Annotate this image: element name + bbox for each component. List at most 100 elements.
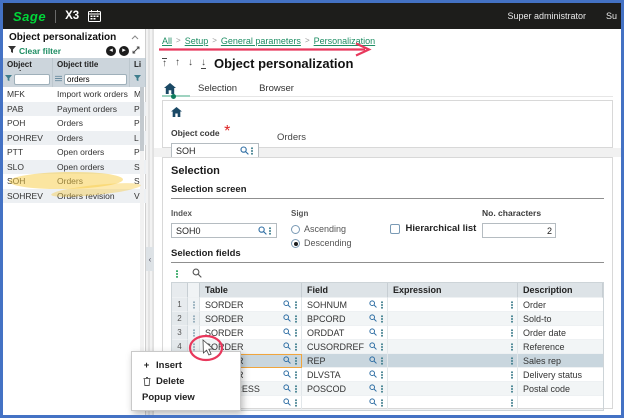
row-handle[interactable] xyxy=(188,312,200,326)
lookup-icon[interactable] xyxy=(369,300,377,310)
breadcrumb-personalization[interactable]: Personalization xyxy=(314,36,376,46)
expression-cell[interactable] xyxy=(388,340,518,354)
field-row-3[interactable]: 3 SORDER ORDDAT Order date xyxy=(172,326,603,340)
object-row-pohrev[interactable]: POHREV Orders L xyxy=(3,131,145,146)
list-icon[interactable] xyxy=(55,74,62,84)
lookup-icon[interactable] xyxy=(369,356,377,366)
lookup-icon[interactable] xyxy=(369,314,377,324)
object-row-slo[interactable]: SLO Open orders S xyxy=(3,160,145,175)
descending-radio[interactable] xyxy=(291,239,300,248)
lookup-icon[interactable] xyxy=(283,328,291,338)
lookup-icon[interactable] xyxy=(283,370,291,380)
actions-icon[interactable] xyxy=(511,346,513,348)
actions-icon[interactable] xyxy=(381,304,383,306)
actions-icon[interactable] xyxy=(511,374,513,376)
object-code-input[interactable] xyxy=(176,146,240,156)
actions-icon[interactable] xyxy=(295,374,297,376)
collapse-panel-button[interactable]: ‹ xyxy=(146,247,154,271)
next-record-icon[interactable]: ↓ xyxy=(188,58,193,68)
expression-cell[interactable] xyxy=(388,382,518,396)
menu-item-delete[interactable]: Delete xyxy=(132,373,240,389)
actions-icon[interactable] xyxy=(295,388,297,390)
tab-browser[interactable]: Browser xyxy=(259,83,294,94)
object-row-sohrev[interactable]: SOHREV Orders revision V xyxy=(3,189,145,204)
lookup-icon[interactable] xyxy=(369,398,377,408)
actions-icon[interactable] xyxy=(295,360,297,362)
calendar-icon[interactable] xyxy=(88,10,101,22)
actions-icon[interactable] xyxy=(295,304,297,306)
chevron-up-icon[interactable] xyxy=(131,32,139,42)
object-row-pab[interactable]: PAB Payment orders P xyxy=(3,102,145,117)
row-handle[interactable] xyxy=(188,298,200,312)
col-description[interactable]: Description xyxy=(518,283,603,298)
search-icon[interactable] xyxy=(192,265,202,283)
lookup-icon[interactable] xyxy=(283,314,291,324)
filter-icon[interactable] xyxy=(134,74,141,84)
col-field[interactable]: Field xyxy=(302,283,388,298)
object-row-soh[interactable]: SOH Orders S xyxy=(3,174,145,189)
actions-icon[interactable] xyxy=(511,304,513,306)
breadcrumb-all[interactable]: All xyxy=(162,36,172,46)
expression-cell[interactable] xyxy=(388,298,518,312)
menu-item-popup-view[interactable]: Popup view xyxy=(132,389,240,405)
object-row-ptt[interactable]: PTT Open orders P xyxy=(3,145,145,160)
previous-record-icon[interactable]: ↑ xyxy=(175,58,180,68)
object-row-poh[interactable]: POH Orders P xyxy=(3,116,145,131)
expression-cell[interactable] xyxy=(388,396,518,410)
expression-cell[interactable] xyxy=(388,326,518,340)
actions-icon[interactable] xyxy=(511,360,513,362)
lookup-icon[interactable] xyxy=(283,384,291,394)
actions-icon[interactable] xyxy=(381,332,383,334)
clear-filter-button[interactable]: Clear filter xyxy=(19,46,61,56)
actions-icon[interactable] xyxy=(381,388,383,390)
object-code-field[interactable] xyxy=(171,143,259,158)
actions-icon[interactable] xyxy=(511,332,513,334)
expression-cell[interactable] xyxy=(388,312,518,326)
field-row-1[interactable]: 1 SORDER SOHNUM Order xyxy=(172,298,603,312)
actions-icon[interactable] xyxy=(381,360,383,362)
code-filter-input[interactable] xyxy=(14,74,50,85)
col-table[interactable]: Table xyxy=(200,283,302,298)
expand-panel-icon[interactable] xyxy=(132,46,140,56)
menu-item-insert[interactable]: + Insert xyxy=(132,357,240,373)
topbar-partial-label[interactable]: Su xyxy=(606,11,621,21)
col-object-code[interactable]: Object code xyxy=(3,58,53,71)
breadcrumb-general-parameters[interactable]: General parameters xyxy=(221,36,301,46)
index-input[interactable] xyxy=(176,226,258,236)
no-characters-input[interactable] xyxy=(487,226,552,236)
actions-icon[interactable] xyxy=(251,150,253,152)
expression-cell[interactable] xyxy=(388,354,518,368)
breadcrumb-setup[interactable]: Setup xyxy=(185,36,209,46)
actions-icon[interactable] xyxy=(511,388,513,390)
table-menu-icon[interactable] xyxy=(176,273,178,275)
last-record-icon[interactable]: ↓ xyxy=(201,58,206,69)
user-name[interactable]: Super administrator xyxy=(507,11,586,21)
field-row-2[interactable]: 2 SORDER BPCORD Sold-to xyxy=(172,312,603,326)
lookup-icon[interactable] xyxy=(369,370,377,380)
col-expression[interactable]: Expression xyxy=(388,283,518,298)
actions-icon[interactable] xyxy=(295,402,297,404)
actions-icon[interactable] xyxy=(511,318,513,320)
no-characters-field[interactable] xyxy=(482,223,556,238)
prev-record-button[interactable]: ◂ xyxy=(106,46,116,56)
lookup-icon[interactable] xyxy=(283,300,291,310)
actions-icon[interactable] xyxy=(269,230,271,232)
index-field[interactable] xyxy=(171,223,277,238)
actions-icon[interactable] xyxy=(381,346,383,348)
lookup-icon[interactable] xyxy=(369,342,377,352)
ascending-radio[interactable] xyxy=(291,225,300,234)
actions-icon[interactable] xyxy=(295,346,297,348)
lookup-icon[interactable] xyxy=(283,356,291,366)
actions-icon[interactable] xyxy=(295,318,297,320)
actions-icon[interactable] xyxy=(295,332,297,334)
expression-cell[interactable] xyxy=(388,368,518,382)
tab-selection[interactable]: Selection xyxy=(198,83,237,94)
home-tab-icon[interactable] xyxy=(164,83,176,94)
first-record-icon[interactable]: ↑ xyxy=(162,58,167,69)
lookup-icon[interactable] xyxy=(369,328,377,338)
actions-icon[interactable] xyxy=(511,402,513,404)
actions-icon[interactable] xyxy=(381,374,383,376)
hierarchical-list-checkbox[interactable] xyxy=(390,224,400,234)
actions-icon[interactable] xyxy=(381,402,383,404)
lookup-icon[interactable] xyxy=(369,384,377,394)
